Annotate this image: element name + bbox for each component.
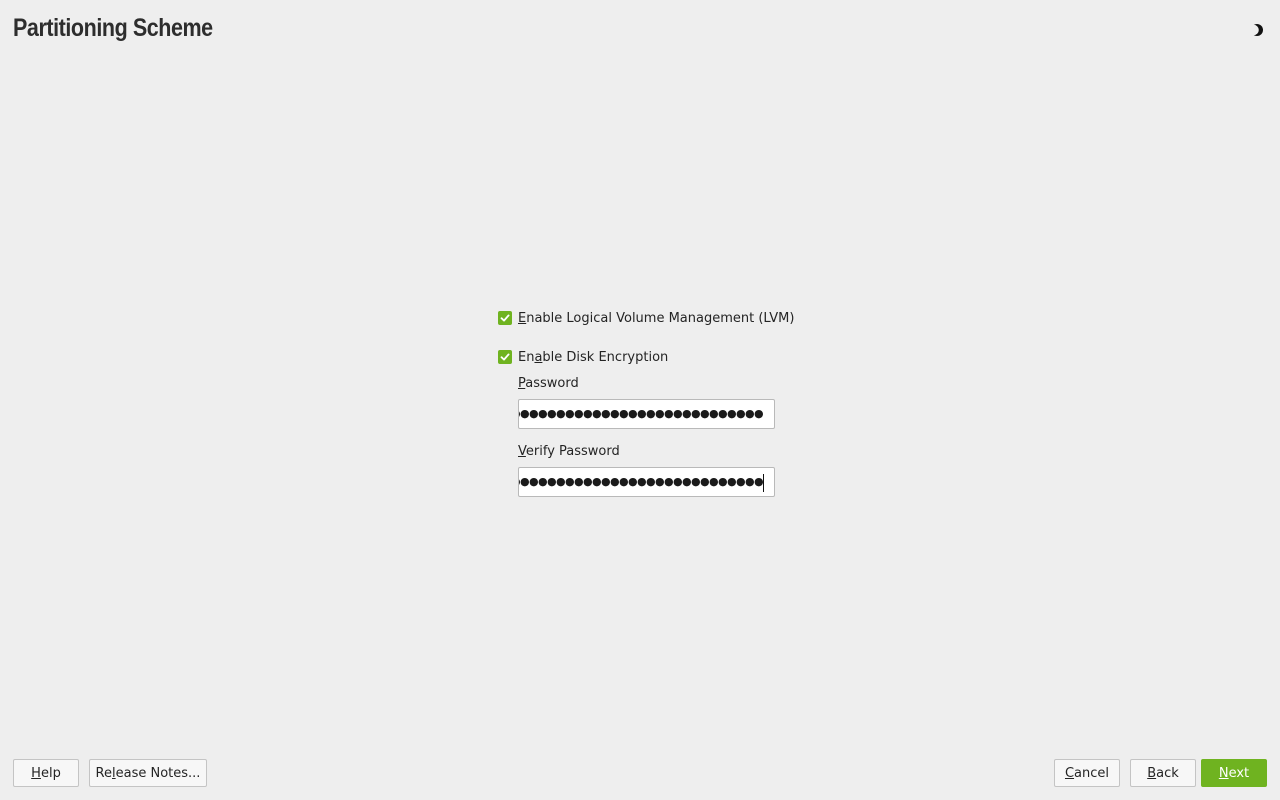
password-input[interactable]: ●●●●●●●●●●●●●●●●●●●●●●●●●●●●●●●●● (518, 399, 775, 429)
page-title: Partitioning Scheme (13, 14, 213, 42)
lvm-checkbox[interactable] (498, 311, 512, 325)
encryption-password-group: Password ●●●●●●●●●●●●●●●●●●●●●●●●●●●●●●●… (518, 376, 798, 497)
installer-window: Partitioning Scheme Enable Logical Volum… (0, 0, 1280, 800)
verify-password-masked-value: ●●●●●●●●●●●●●●●●●●●●●●●●●●●●●●●●● (519, 475, 764, 488)
password-masked-value: ●●●●●●●●●●●●●●●●●●●●●●●●●●●●●●●●● (519, 407, 764, 420)
encryption-checkbox-label[interactable]: Enable Disk Encryption (518, 350, 668, 365)
checkmark-icon (500, 353, 510, 361)
next-button[interactable]: Next (1201, 759, 1267, 787)
checkmark-icon (500, 314, 510, 322)
verify-password-input[interactable]: ●●●●●●●●●●●●●●●●●●●●●●●●●●●●●●●●● (518, 467, 775, 497)
partitioning-options: Enable Logical Volume Management (LVM) E… (498, 309, 798, 497)
release-notes-button[interactable]: Re l ease Notes... (89, 759, 207, 787)
half-moon-icon (1249, 24, 1263, 36)
help-button[interactable]: Help (13, 759, 79, 787)
encryption-checkbox-row[interactable]: Enable Disk Encryption (498, 348, 798, 366)
back-button[interactable]: Back (1130, 759, 1196, 787)
text-caret (763, 474, 764, 492)
lvm-checkbox-label[interactable]: Enable Logical Volume Management (LVM) (518, 311, 794, 326)
cancel-button[interactable]: Cancel (1054, 759, 1120, 787)
password-label: Password (518, 376, 579, 391)
lvm-checkbox-row[interactable]: Enable Logical Volume Management (LVM) (498, 309, 798, 327)
encryption-checkbox[interactable] (498, 350, 512, 364)
verify-password-label: Verify Password (518, 444, 620, 459)
theme-toggle-button[interactable] (1249, 22, 1265, 38)
